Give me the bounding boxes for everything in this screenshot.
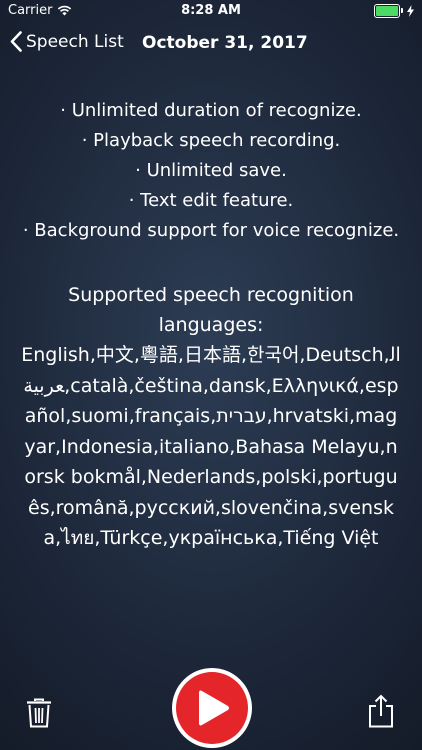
feature-list: · Unlimited duration of recognize. · Pla…: [20, 96, 402, 246]
languages-heading: Supported speech recognition languages:: [68, 284, 354, 336]
chevron-left-icon: [10, 31, 22, 52]
speech-text-content[interactable]: · Unlimited duration of recognize. · Pla…: [20, 96, 402, 554]
feature-item: · Background support for voice recognize…: [22, 220, 400, 241]
status-time: 8:28 AM: [181, 3, 241, 18]
share-button[interactable]: [368, 694, 394, 728]
back-button-label: Speech List: [26, 31, 124, 52]
bottom-toolbar: [0, 664, 422, 750]
share-icon: [369, 694, 393, 728]
play-button-face: [176, 672, 248, 744]
trash-icon: [27, 698, 51, 728]
back-button[interactable]: Speech List: [10, 31, 124, 52]
battery-icon: [374, 4, 403, 18]
feature-item: · Playback speech recording.: [81, 130, 341, 151]
feature-item: · Unlimited duration of recognize.: [60, 100, 362, 121]
play-icon: [199, 690, 229, 726]
battery-fill: [376, 6, 398, 16]
feature-item: · Text edit feature.: [128, 190, 294, 211]
feature-item: · Unlimited save.: [135, 160, 287, 181]
languages-list: English,中文,粵語,日本語,한국어,Deutsch,العربية,ca…: [21, 344, 401, 549]
play-button[interactable]: [172, 668, 252, 748]
page-title: October 31, 2017: [142, 33, 308, 53]
battery-indicator: [374, 4, 414, 18]
navigation-bar: Speech List October 31, 2017: [0, 24, 422, 64]
charging-bolt-icon: [407, 5, 414, 17]
status-bar: Carrier 8:28 AM: [0, 0, 422, 22]
delete-button[interactable]: [26, 698, 52, 728]
